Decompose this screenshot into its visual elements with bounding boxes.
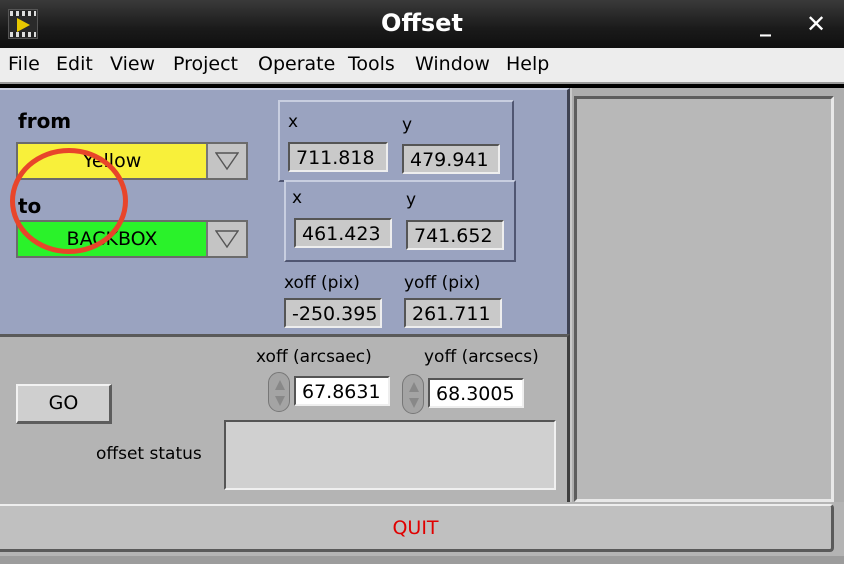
xoff-pix-label: xoff (pix) [284, 273, 360, 293]
menu-project[interactable]: Project [173, 53, 238, 75]
menu-bar: File Edit View Project Operate Tools Win… [0, 48, 844, 84]
go-button[interactable]: GO [16, 384, 112, 424]
from-x-label: x [288, 112, 299, 132]
menu-view[interactable]: View [110, 53, 155, 75]
from-label: from [18, 109, 72, 133]
from-dropdown-value: Yellow [18, 144, 206, 178]
menu-help[interactable]: Help [506, 53, 549, 75]
yoff-arcsec-input[interactable]: 68.3005 [428, 378, 524, 408]
to-y-value: 741.652 [406, 220, 504, 250]
minimize-button[interactable]: _ [760, 14, 771, 36]
xoff-arcsec-stepper[interactable] [268, 372, 290, 412]
to-x-label: x [292, 188, 303, 208]
menu-operate[interactable]: Operate [258, 53, 335, 75]
yoff-pix-value: 261.711 [404, 298, 502, 328]
window-title: Offset [381, 9, 463, 37]
right-panel [570, 88, 844, 502]
to-dropdown-value: BACKBOX [18, 222, 206, 256]
xoff-arcsec-input[interactable]: 67.8631 [294, 376, 390, 406]
menu-tools[interactable]: Tools [348, 53, 395, 75]
xoff-arcsec-label: xoff (arcsaec) [256, 347, 372, 367]
yoff-arcsec-stepper[interactable] [402, 374, 424, 414]
title-bar: Offset _ ✕ [0, 0, 844, 48]
yoff-arcsec-label: yoff (arcsecs) [424, 347, 539, 367]
from-y-label: y [402, 115, 413, 135]
from-x-value: 711.818 [288, 142, 388, 172]
chevron-down-icon[interactable] [206, 222, 246, 256]
from-y-value: 479.941 [402, 144, 500, 174]
xoff-pix-value: -250.395 [284, 298, 382, 328]
from-dropdown[interactable]: Yellow [16, 142, 248, 180]
to-label: to [18, 194, 42, 218]
window-bottom-edge [0, 556, 844, 564]
to-dropdown[interactable]: BACKBOX [16, 220, 248, 258]
to-y-label: y [406, 190, 417, 210]
chevron-down-icon[interactable] [206, 144, 246, 178]
quit-bar: QUIT [0, 502, 844, 564]
to-x-value: 461.423 [294, 218, 392, 248]
image-display-area [574, 96, 834, 502]
offset-status-display [224, 420, 556, 490]
offset-status-label: offset status [96, 444, 202, 464]
menu-edit[interactable]: Edit [56, 53, 93, 75]
yoff-pix-label: yoff (pix) [404, 273, 481, 293]
close-button[interactable]: ✕ [806, 12, 826, 36]
menu-window[interactable]: Window [415, 53, 490, 75]
quit-button[interactable]: QUIT [0, 504, 834, 552]
menu-file[interactable]: File [8, 53, 40, 75]
